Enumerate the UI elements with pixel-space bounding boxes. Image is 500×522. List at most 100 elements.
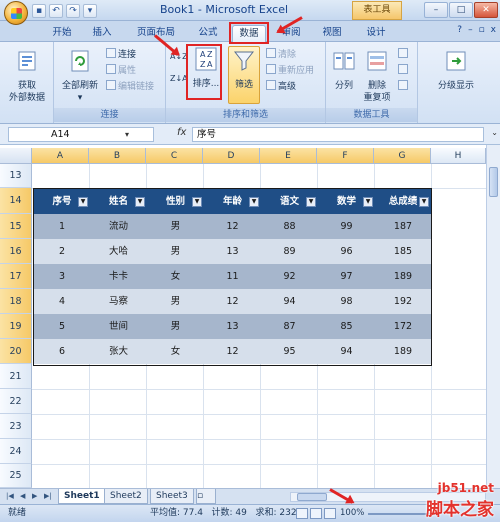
what-if-button[interactable] [398,80,410,93]
name-box-dropdown-icon[interactable]: ▾ [121,127,133,142]
zoom-level[interactable]: 100% [340,505,364,522]
next-sheet-icon[interactable]: ▶ [32,492,37,500]
office-button[interactable] [4,1,28,25]
tab-formulas[interactable]: 公式 [190,25,226,42]
table-cell[interactable]: 世间 [90,314,147,339]
clear-filter-button[interactable]: 清除 [266,48,296,61]
table-header-cell[interactable]: 语文 ▼ [261,189,318,214]
advanced-filter-button[interactable]: 高级 [266,80,296,93]
table-cell[interactable]: 流动 [90,214,147,239]
table-cell[interactable]: 99 [318,214,375,239]
first-sheet-icon[interactable]: |◀ [6,492,14,500]
table-cell[interactable]: 185 [375,239,431,264]
filter-dropdown-icon[interactable]: ▼ [249,197,259,207]
table-cell[interactable]: 男 [147,314,204,339]
outline-button[interactable]: 分级显示 [424,48,488,92]
table-header-cell[interactable]: 序号 ▼ [34,189,90,214]
connections-button[interactable]: 连接 [106,48,136,61]
select-all-corner[interactable] [0,148,32,164]
row-header-14[interactable]: 14 [0,188,32,214]
table-cell[interactable]: 女 [147,264,204,289]
sheet-tab-sheet1[interactable]: Sheet1 [58,489,106,504]
formula-input[interactable]: 序号 [192,127,484,142]
tab-view[interactable]: 视图 [314,25,350,42]
table-cell[interactable]: 97 [318,264,375,289]
undo-icon[interactable]: ↶ [49,3,63,18]
normal-view-icon[interactable] [296,508,308,519]
table-cell[interactable]: 192 [375,289,431,314]
column-header-f[interactable]: F [317,148,374,164]
filter-dropdown-icon[interactable]: ▼ [78,197,88,207]
refresh-all-button[interactable]: 全部刷新 ▾ [58,48,102,104]
table-cell[interactable]: 11 [204,264,261,289]
text-to-columns-button[interactable]: 分列 [330,48,358,92]
row-header-22[interactable]: 22 [0,389,32,414]
minimize-icon[interactable]: – [424,2,448,18]
table-header-cell[interactable]: 年龄 ▼ [204,189,261,214]
get-external-data-button[interactable]: 获取 外部数据 [4,48,50,104]
ribbon-minimize-icon[interactable]: – [468,25,473,35]
data-table[interactable]: 序号 ▼ 姓名 ▼ 性别 ▼ 年龄 ▼ 语文 ▼ 数学 ▼ 总成绩 ▼ 1 流动 男 12 8… [33,188,432,366]
sheet-tab-sheet3[interactable]: Sheet3 [150,489,194,504]
tab-design[interactable]: 设计 [358,25,394,42]
table-cell[interactable]: 87 [261,314,318,339]
ribbon-close-icon[interactable]: x [491,25,496,35]
table-cell[interactable]: 卡卡 [90,264,147,289]
table-cell[interactable]: 6 [34,339,90,364]
table-cell[interactable]: 85 [318,314,375,339]
sheet-tab-sheet2[interactable]: Sheet2 [104,489,148,504]
table-cell[interactable]: 男 [147,289,204,314]
table-cell[interactable]: 94 [261,289,318,314]
maximize-icon[interactable]: □ [449,2,473,18]
help-icon[interactable]: ? [457,25,462,35]
table-cell[interactable]: 男 [147,239,204,264]
vertical-scroll-thumb[interactable] [489,167,498,197]
redo-icon[interactable]: ↷ [66,3,80,18]
table-cell[interactable]: 张大 [90,339,147,364]
table-cell[interactable]: 189 [375,339,431,364]
table-cell[interactable]: 95 [261,339,318,364]
row-header-15[interactable]: 15 [0,214,32,239]
column-header-h[interactable]: H [431,148,486,164]
column-header-a[interactable]: A [32,148,89,164]
table-cell[interactable]: 187 [375,214,431,239]
table-cell[interactable]: 12 [204,339,261,364]
table-cell[interactable]: 13 [204,239,261,264]
save-icon[interactable]: ▪ [32,3,46,18]
table-cell[interactable]: 女 [147,339,204,364]
table-cell[interactable]: 13 [204,314,261,339]
table-cell[interactable]: 男 [147,214,204,239]
column-header-d[interactable]: D [203,148,260,164]
table-cell[interactable]: 189 [375,264,431,289]
row-header-24[interactable]: 24 [0,439,32,464]
insert-function-icon[interactable]: fx [177,127,186,138]
table-header-cell[interactable]: 数学 ▼ [318,189,375,214]
table-cell[interactable]: 98 [318,289,375,314]
last-sheet-icon[interactable]: ▶| [44,492,52,500]
page-break-view-icon[interactable] [324,508,336,519]
filter-dropdown-icon[interactable]: ▼ [363,197,373,207]
properties-button[interactable]: 属性 [106,64,136,77]
table-header-cell[interactable]: 姓名 ▼ [90,189,147,214]
row-header-17[interactable]: 17 [0,264,32,289]
table-cell[interactable]: 2 [34,239,90,264]
row-header-18[interactable]: 18 [0,289,32,314]
table-cell[interactable]: 94 [318,339,375,364]
horizontal-scroll-thumb[interactable] [297,493,327,501]
filter-dropdown-icon[interactable]: ▼ [306,197,316,207]
table-cell[interactable]: 89 [261,239,318,264]
consolidate-button[interactable] [398,64,410,77]
column-header-e[interactable]: E [260,148,317,164]
row-header-20[interactable]: 20 [0,339,32,364]
data-validation-button[interactable] [398,48,410,61]
filter-dropdown-icon[interactable]: ▼ [135,197,145,207]
table-cell[interactable]: 12 [204,214,261,239]
ribbon-restore-icon[interactable]: ▫ [479,25,485,35]
row-header-25[interactable]: 25 [0,464,32,488]
column-header-b[interactable]: B [89,148,146,164]
table-cell[interactable]: 172 [375,314,431,339]
vertical-scrollbar[interactable] [486,145,500,488]
table-cell[interactable]: 5 [34,314,90,339]
filter-dropdown-icon[interactable]: ▼ [192,197,202,207]
table-header-cell[interactable]: 性别 ▼ [147,189,204,214]
